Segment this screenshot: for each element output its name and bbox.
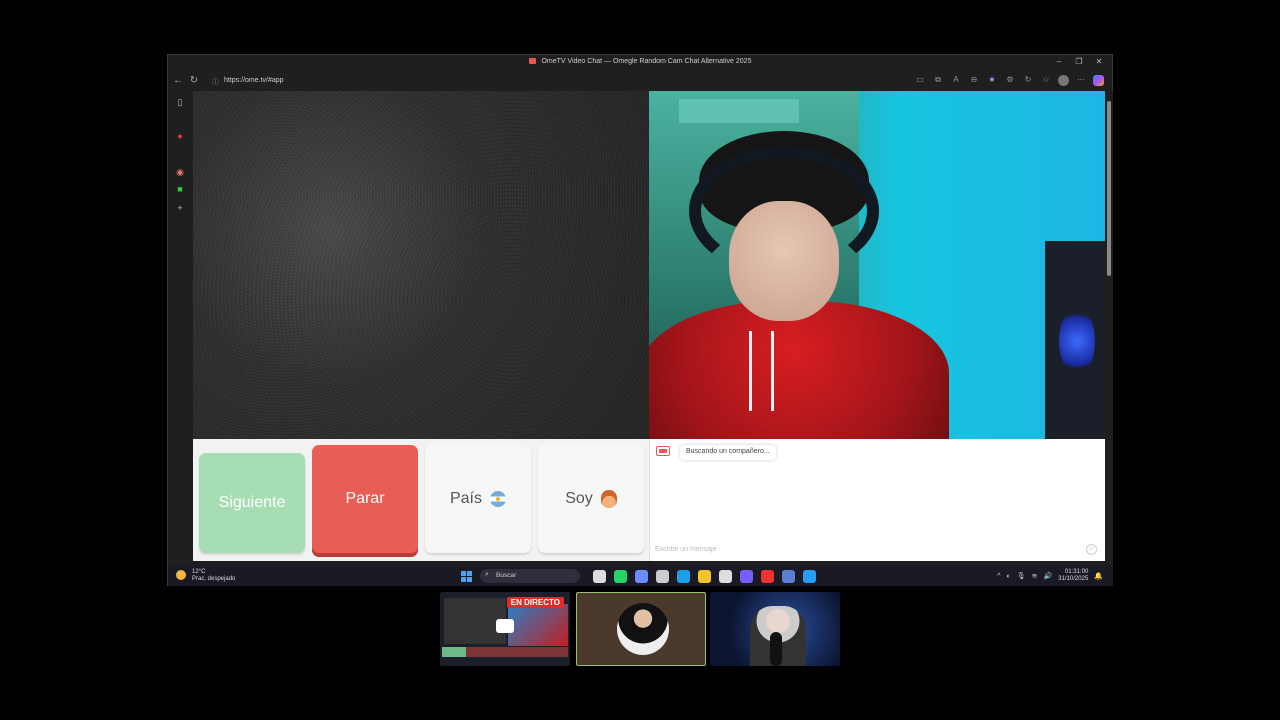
stream-screen-preview: EN DIRECTO (440, 592, 570, 666)
headset (689, 146, 879, 276)
copilot-taskbar-icon[interactable] (635, 570, 648, 583)
chat-status-message: Buscando un compañero... (680, 445, 776, 460)
browser-sidebar: ▯ ● ◉ ■ + (168, 91, 193, 566)
weather-temp: 12°C (192, 569, 206, 575)
next-label: Siguiente (218, 494, 286, 511)
browser-toolbar: ← ↻ ⓘ https://ome.tv/#app ▭ ⧉ A ⊖ ★ ⚙ ↻ … (168, 71, 1112, 91)
address-bar[interactable]: ⓘ https://ome.tv/#app (206, 74, 326, 88)
wifi-icon[interactable]: ≋ (1032, 572, 1038, 580)
page-scrollbar[interactable] (1105, 91, 1113, 566)
copilot-icon[interactable] (1093, 75, 1104, 86)
chat-bubble-icon (496, 619, 514, 633)
guest-camera (576, 592, 706, 666)
store-icon[interactable] (656, 570, 669, 583)
obs-icon[interactable] (761, 570, 774, 583)
tray-app-icon[interactable]: ◐ (1007, 573, 1011, 580)
stop-button[interactable]: Parar (312, 445, 418, 553)
windows-taskbar: 12°C Prac. despejado ⌕ Buscar ^ ◐ 🎙 ≋ � (168, 566, 1113, 586)
weather-sun-icon (176, 570, 186, 580)
taskbar-search-label: Buscar (496, 572, 517, 579)
chat-panel: Buscando un compañero... ☺ (649, 439, 1105, 561)
stop-label: Parar (345, 490, 385, 507)
whatsapp-icon[interactable] (614, 570, 627, 583)
boy-emoji-icon (600, 490, 617, 508)
add-sidebar-app-icon[interactable]: + (175, 203, 185, 213)
window-title: OmeTV Video Chat — Omegle Random Cam Cha… (541, 58, 752, 65)
open-in-app-icon[interactable]: ⧉ (932, 75, 944, 86)
taskbar-apps (593, 570, 816, 583)
sync-icon[interactable]: ↻ (1022, 75, 1034, 86)
volume-icon[interactable]: 🔊 (1044, 572, 1053, 580)
reload-icon[interactable]: ↻ (188, 75, 200, 86)
microphone-icon[interactable]: 🎙 (1017, 572, 1026, 580)
weather-widget[interactable]: 12°C Prac. despejado (176, 569, 235, 583)
ometv-logo-icon (656, 446, 670, 456)
me-label: Soy (565, 490, 593, 507)
scrollbar-thumb[interactable] (1107, 101, 1111, 276)
tabs-panel-icon[interactable]: ▯ (175, 97, 185, 107)
file-explorer-icon[interactable] (698, 570, 711, 583)
browser-window: OmeTV Video Chat — Omegle Random Cam Cha… (167, 54, 1113, 586)
favorite-star-icon[interactable]: ★ (986, 75, 998, 86)
microphone (770, 632, 782, 666)
chat-controls: Siguiente Parar País Soy (193, 439, 649, 561)
close-button[interactable]: ✕ (1092, 57, 1106, 66)
minimize-button[interactable]: – (1052, 57, 1066, 66)
site-info-icon[interactable]: ⓘ (212, 77, 219, 87)
clock-time: 01:31:00 (1064, 569, 1089, 575)
self-video (649, 91, 1105, 439)
next-button[interactable]: Siguiente (199, 453, 305, 553)
tray-overflow-icon[interactable]: ^ (997, 573, 1000, 580)
taskbar-search[interactable]: ⌕ Buscar (480, 569, 580, 583)
clock[interactable]: 01:31:00 31/10/2025 (1058, 569, 1088, 583)
windows-start-icon[interactable] (461, 571, 472, 582)
task-view-icon[interactable] (593, 570, 606, 583)
steam-icon[interactable] (803, 570, 816, 583)
extensions-icon[interactable]: ⚙ (1004, 75, 1016, 86)
tracking-icon[interactable]: ⊖ (968, 75, 980, 86)
argentina-flag-icon (490, 491, 506, 507)
toolbar-actions: ▭ ⧉ A ⊖ ★ ⚙ ↻ ☆ ⋯ (914, 75, 1104, 86)
ometv-page: Siguiente Parar País Soy Buscando un com… (193, 91, 1105, 561)
country-label: País (449, 490, 482, 507)
url-text: https://ome.tv/#app (224, 77, 284, 84)
search-icon: ⌕ (485, 571, 489, 578)
title-bar: OmeTV Video Chat — Omegle Random Cam Cha… (168, 55, 1112, 71)
sidebar-app-green-icon[interactable]: ■ (175, 184, 185, 194)
discord-icon[interactable] (740, 570, 753, 583)
profile-avatar[interactable] (1058, 75, 1069, 86)
edge-icon[interactable] (677, 570, 690, 583)
ometv-favicon-icon (528, 58, 536, 64)
clock-date: 31/10/2025 (1058, 576, 1089, 582)
mail-icon[interactable] (719, 570, 732, 583)
emoji-icon[interactable]: ☺ (1086, 544, 1097, 555)
settings-icon[interactable] (782, 570, 795, 583)
sidebar-app-red-icon[interactable]: ● (175, 131, 185, 141)
more-menu-icon[interactable]: ⋯ (1075, 75, 1087, 86)
system-tray: ^ ◐ 🎙 ≋ 🔊 01:31:00 31/10/2025 🔔 (997, 569, 1103, 583)
live-badge: EN DIRECTO (506, 597, 564, 608)
message-input[interactable] (655, 543, 1075, 555)
streamer-camera (710, 592, 840, 666)
country-select[interactable]: País (425, 445, 531, 553)
gender-select[interactable]: Soy (538, 445, 644, 553)
camera-permission-icon[interactable]: ▭ (914, 75, 926, 86)
collections-icon[interactable]: ☆ (1040, 75, 1052, 86)
weather-desc: Prac. despejado (192, 576, 236, 582)
maximize-button[interactable]: ❐ (1072, 57, 1086, 66)
stranger-video (193, 91, 649, 439)
guest-avatar (617, 603, 669, 655)
read-aloud-icon[interactable]: A (950, 75, 962, 86)
notifications-icon[interactable]: 🔔 (1094, 572, 1103, 580)
back-icon[interactable]: ← (172, 75, 184, 86)
sidebar-app-record-icon[interactable]: ◉ (175, 167, 185, 177)
